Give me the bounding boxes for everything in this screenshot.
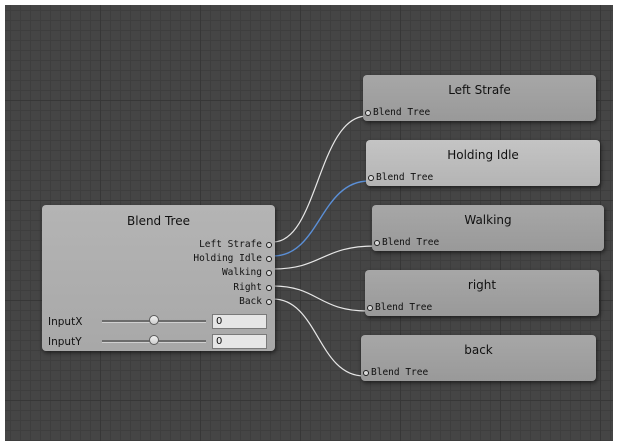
parameter-slider[interactable]: [102, 335, 206, 345]
output-label: Walking: [221, 267, 262, 278]
port-icon[interactable]: [374, 239, 380, 246]
parameter-label: InputX: [48, 315, 83, 328]
input-port[interactable]: Blend Tree: [368, 172, 433, 183]
input-port-label: Blend Tree: [376, 172, 434, 183]
port-icon[interactable]: [367, 304, 373, 311]
motion-node-right[interactable]: right Blend Tree: [365, 270, 599, 316]
input-port[interactable]: Blend Tree: [374, 237, 439, 248]
port-icon[interactable]: [365, 109, 371, 116]
slider-thumb[interactable]: [149, 335, 159, 345]
motion-node-walking[interactable]: Walking Blend Tree: [372, 205, 604, 251]
port-icon[interactable]: [266, 298, 272, 305]
parameter-row-inputy: InputY 0: [48, 333, 272, 350]
motion-node-title: back: [464, 343, 493, 357]
motion-node-holding-idle[interactable]: Holding Idle Blend Tree: [366, 140, 600, 186]
slider-thumb[interactable]: [149, 315, 159, 325]
input-port-label: Blend Tree: [371, 367, 429, 378]
output-label: Right: [233, 282, 262, 293]
port-icon[interactable]: [266, 284, 272, 291]
input-port-label: Blend Tree: [373, 107, 431, 118]
output-label: Holding Idle: [193, 253, 262, 264]
motion-node-title: Left Strafe: [448, 83, 511, 97]
output-port-holding-idle[interactable]: Holding Idle: [193, 252, 272, 265]
parameter-value-field[interactable]: 0: [212, 314, 267, 329]
parameter-slider[interactable]: [102, 315, 206, 325]
motion-node-back[interactable]: back Blend Tree: [361, 335, 596, 381]
parameter-value-field[interactable]: 0: [212, 334, 267, 349]
motion-node-left-strafe[interactable]: Left Strafe Blend Tree: [363, 75, 596, 121]
parameter-label: InputY: [48, 335, 82, 348]
output-port-back[interactable]: Back: [239, 295, 272, 308]
input-port-label: Blend Tree: [375, 302, 433, 313]
output-port-right[interactable]: Right: [233, 281, 272, 294]
port-icon[interactable]: [266, 255, 272, 262]
port-icon[interactable]: [363, 369, 369, 376]
input-port[interactable]: Blend Tree: [365, 107, 430, 118]
port-icon[interactable]: [266, 241, 272, 248]
blend-tree-title: Blend Tree: [127, 214, 190, 228]
motion-node-title: Holding Idle: [447, 148, 519, 162]
blend-tree-node[interactable]: Blend Tree Left Strafe Holding Idle Walk…: [42, 205, 275, 351]
output-port-walking[interactable]: Walking: [222, 266, 272, 279]
motion-node-title: right: [467, 278, 497, 292]
output-label: Back: [239, 296, 262, 307]
port-icon[interactable]: [266, 269, 272, 276]
input-port[interactable]: Blend Tree: [363, 367, 428, 378]
output-port-left-strafe[interactable]: Left Strafe: [199, 238, 272, 251]
input-port-label: Blend Tree: [382, 237, 440, 248]
output-label: Left Strafe: [199, 239, 262, 250]
parameter-row-inputx: InputX 0: [48, 313, 272, 330]
port-icon[interactable]: [368, 174, 374, 181]
motion-node-title: Walking: [464, 213, 512, 227]
input-port[interactable]: Blend Tree: [367, 302, 432, 313]
